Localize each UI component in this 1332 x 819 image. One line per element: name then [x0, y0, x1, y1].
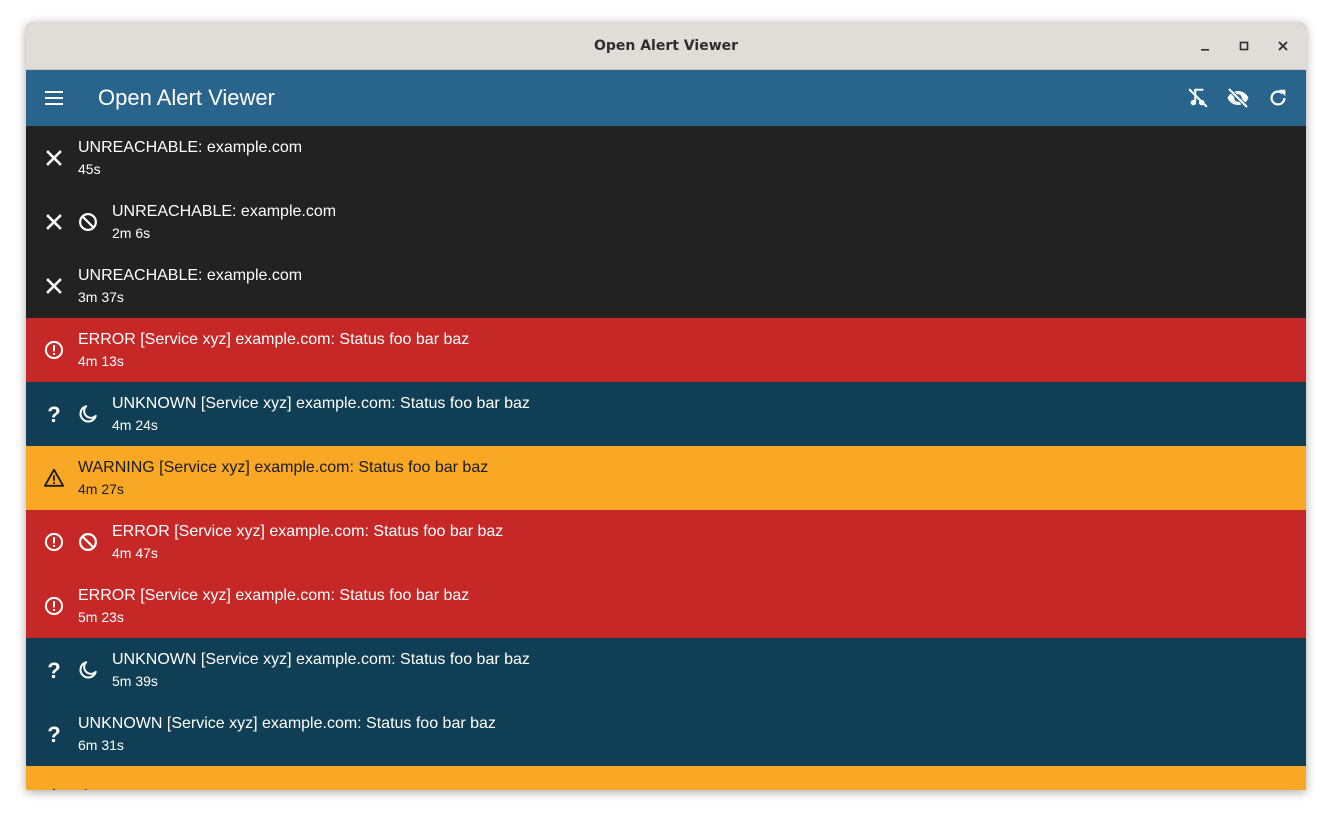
alert-title: ERROR [Service xyz] example.com: Status … — [78, 587, 470, 604]
alert-text: ERROR [Service xyz] example.com: Status … — [78, 329, 469, 371]
error-circle-icon — [37, 318, 71, 382]
alert-title: ERROR [Service xyz] example.com: Status … — [112, 523, 504, 540]
close-window-button[interactable] — [1270, 33, 1296, 59]
minimize-icon — [1201, 48, 1209, 51]
alert-title: UNKNOWN [Service xyz] example.com: Statu… — [78, 715, 496, 732]
alert-row[interactable]: ERROR [Service xyz] example.com: Status … — [26, 574, 1306, 638]
alert-row[interactable]: ? UNKNOWN [Service xyz] example.com: Stat… — [26, 382, 1306, 446]
window-controls — [1179, 22, 1296, 69]
block-icon — [71, 510, 105, 574]
alert-title: UNKNOWN [Service xyz] example.com: Statu… — [112, 395, 530, 412]
alert-age: 2m 6s — [112, 225, 151, 241]
question-icon: ? — [37, 702, 71, 766]
svg-text:?: ? — [47, 403, 60, 425]
alert-text: UNREACHABLE: example.com 45s — [78, 137, 302, 179]
alert-age: 3m 37s — [78, 289, 124, 305]
alert-title: UNREACHABLE: example.com — [78, 267, 303, 284]
alert-age: 4m 47s — [112, 545, 158, 561]
question-icon: ? — [37, 638, 71, 702]
alert-age: 4m 27s — [78, 481, 124, 497]
menu-button[interactable] — [26, 70, 82, 126]
hamburger-menu-icon — [45, 91, 63, 105]
alert-row[interactable]: ? UNKNOWN [Service xyz] example.com: Stat… — [26, 702, 1306, 766]
alert-age: 6m 31s — [78, 737, 124, 753]
warning-triangle-icon — [37, 446, 71, 510]
alert-text: ERROR [Service xyz] example.com: Status … — [78, 585, 469, 627]
alert-age: 5m 23s — [78, 609, 124, 625]
alert-age: 5m 39s — [112, 673, 158, 689]
alert-text: UNKNOWN [Service xyz] example.com: Statu… — [112, 649, 530, 691]
alert-text: WARNING [Service xyz] example.com: Statu… — [112, 787, 522, 790]
alert-row[interactable]: ERROR [Service xyz] example.com: Status … — [26, 318, 1306, 382]
error-circle-icon — [37, 574, 71, 638]
alert-row[interactable]: UNREACHABLE: example.com 3m 37s — [26, 254, 1306, 318]
alert-title: UNKNOWN [Service xyz] example.com: Statu… — [112, 651, 530, 668]
hide-acknowledged-button[interactable] — [1218, 78, 1258, 118]
alert-text: UNREACHABLE: example.com 2m 6s — [112, 201, 336, 243]
app-bar-actions — [1178, 70, 1306, 126]
refresh-icon — [1270, 89, 1286, 106]
alert-text: WARNING [Service xyz] example.com: Statu… — [78, 457, 488, 499]
moon-icon — [71, 382, 105, 446]
close-icon — [37, 190, 71, 254]
moon-icon — [71, 766, 105, 790]
alert-age: 4m 13s — [78, 353, 124, 369]
app-bar: Open Alert Viewer — [26, 70, 1306, 126]
question-icon: ? — [37, 382, 71, 446]
alert-title: ERROR [Service xyz] example.com: Status … — [78, 331, 470, 348]
refresh-button[interactable] — [1258, 78, 1298, 118]
mute-sound-button[interactable] — [1178, 78, 1218, 118]
sound-off-icon — [1188, 88, 1208, 108]
alert-text: UNKNOWN [Service xyz] example.com: Statu… — [78, 713, 496, 755]
alert-row[interactable]: UNREACHABLE: example.com 2m 6s — [26, 190, 1306, 254]
alert-row[interactable]: UNREACHABLE: example.com 45s — [26, 126, 1306, 190]
alert-title: UNREACHABLE: example.com — [78, 139, 303, 156]
minimize-button[interactable] — [1192, 33, 1218, 59]
close-window-icon — [1278, 40, 1288, 51]
svg-text:?: ? — [47, 723, 60, 745]
moon-icon — [71, 638, 105, 702]
alert-title: WARNING [Service xyz] example.com: Statu… — [112, 787, 522, 790]
alert-list[interactable]: UNREACHABLE: example.com 45s UNREACHABLE: … — [26, 126, 1306, 790]
alert-row[interactable]: ERROR [Service xyz] example.com: Status … — [26, 510, 1306, 574]
alert-title: UNREACHABLE: example.com — [112, 203, 337, 220]
close-icon — [37, 126, 71, 190]
warning-triangle-icon — [37, 766, 71, 790]
alert-text: UNKNOWN [Service xyz] example.com: Statu… — [112, 393, 530, 435]
alert-row[interactable]: ? UNKNOWN [Service xyz] example.com: Stat… — [26, 638, 1306, 702]
window-title: Open Alert Viewer — [593, 37, 739, 54]
alert-row[interactable]: WARNING [Service xyz] example.com: Statu… — [26, 446, 1306, 510]
visibility-off-icon — [1227, 87, 1249, 109]
app-title: Open Alert Viewer — [98, 85, 275, 110]
svg-text:?: ? — [47, 659, 60, 681]
block-icon — [71, 190, 105, 254]
alert-age: 45s — [78, 161, 101, 177]
alert-age: 4m 24s — [112, 417, 158, 433]
alert-text: UNREACHABLE: example.com 3m 37s — [78, 265, 302, 307]
alert-row[interactable]: WARNING [Service xyz] example.com: Statu… — [26, 766, 1306, 790]
maximize-icon — [1239, 41, 1249, 50]
close-icon — [37, 254, 71, 318]
window-titlebar[interactable]: Open Alert Viewer — [26, 22, 1306, 70]
error-circle-icon — [37, 510, 71, 574]
alert-title: WARNING [Service xyz] example.com: Statu… — [78, 459, 489, 476]
maximize-button[interactable] — [1231, 33, 1257, 59]
alert-text: ERROR [Service xyz] example.com: Status … — [112, 521, 503, 563]
app-window: Open Alert Viewer Open Alert Viewer UNRE… — [26, 22, 1306, 790]
